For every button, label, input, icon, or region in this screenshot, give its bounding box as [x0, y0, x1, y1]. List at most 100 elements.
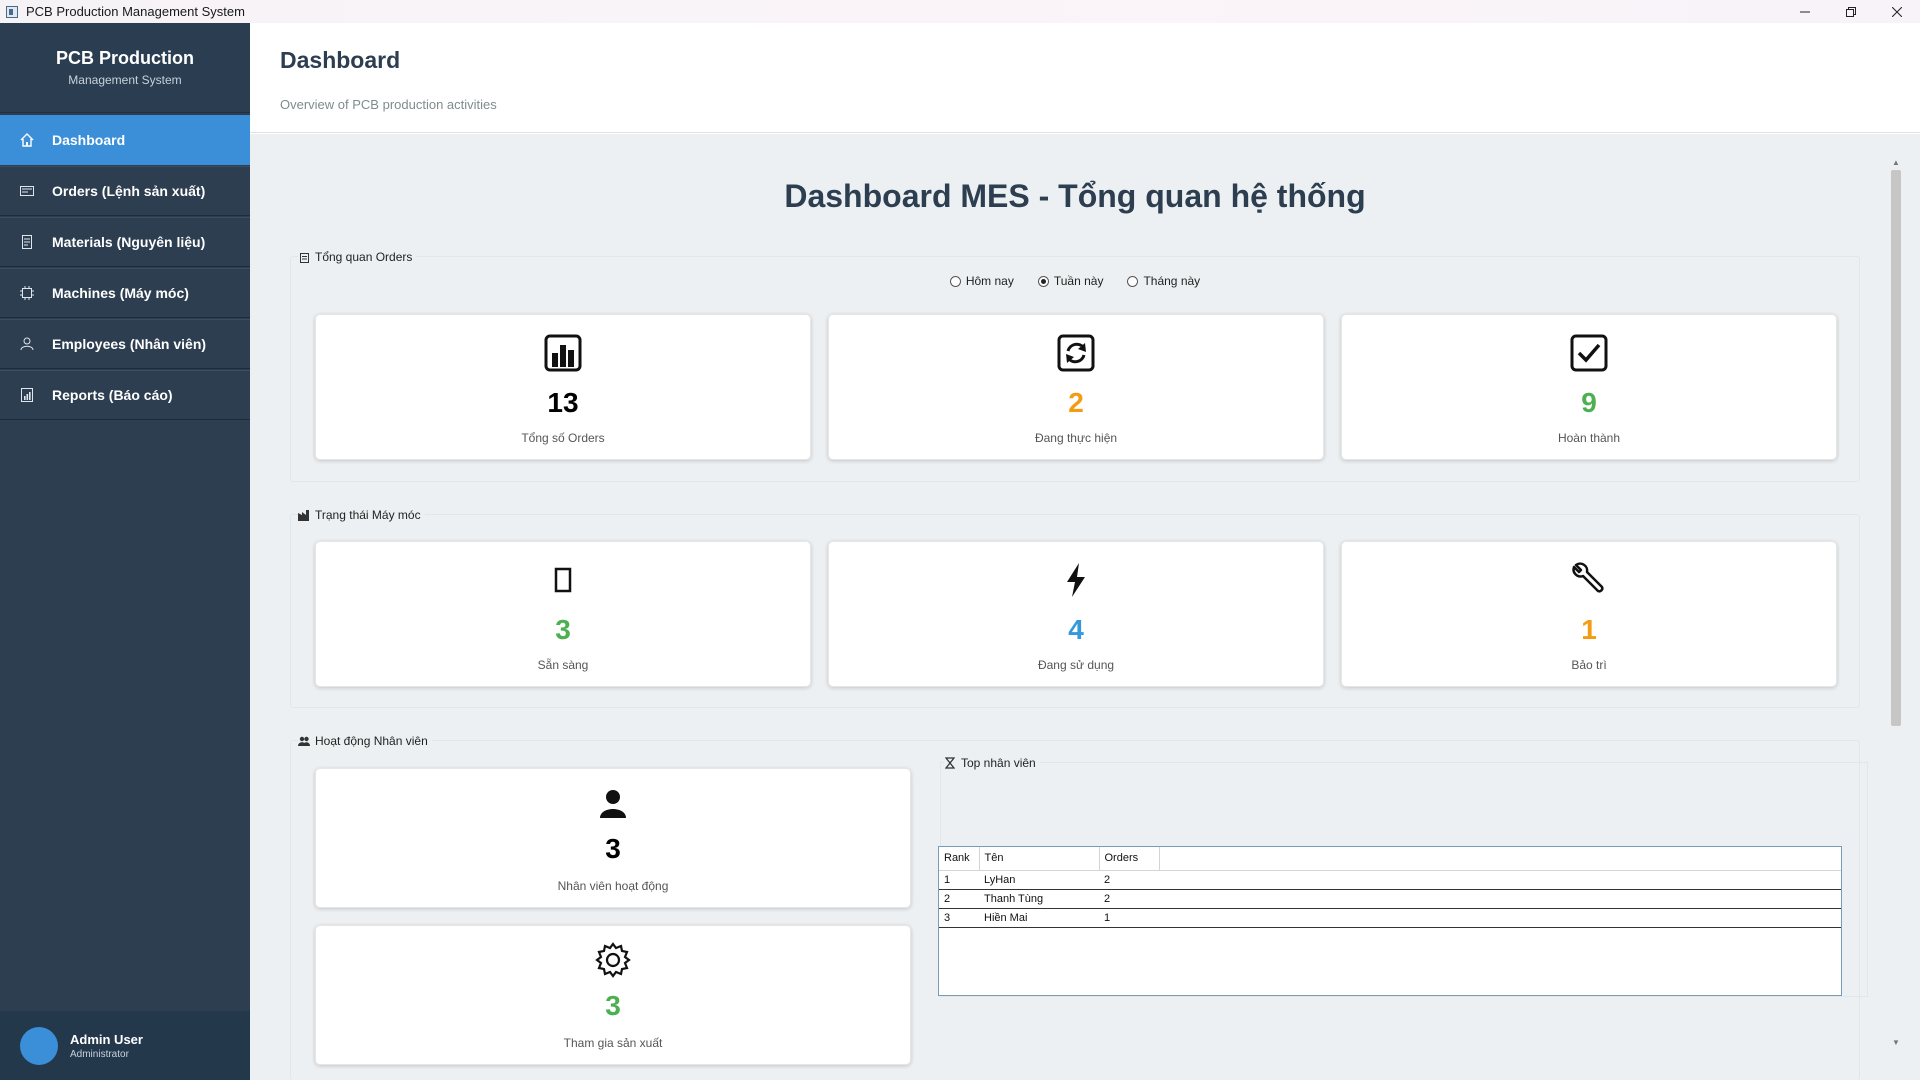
- machines-ready-card: 3 Sẵn sàng: [315, 541, 811, 687]
- in-progress-card: 2 Đang thực hiện: [828, 314, 1324, 460]
- factory-icon: [298, 509, 310, 521]
- radio-this-month[interactable]: Tháng này: [1127, 274, 1200, 288]
- in-progress-value: 2: [1068, 387, 1084, 418]
- sidebar-item-orders[interactable]: Orders (Lệnh sản xuất): [0, 166, 250, 216]
- machines-group-label: Trạng thái Máy móc: [298, 508, 425, 522]
- gear-icon: [593, 940, 633, 980]
- column-header-orders[interactable]: Orders: [1099, 847, 1160, 871]
- sidebar-item-label: Dashboard: [52, 132, 126, 148]
- wrench-icon: [1569, 560, 1609, 600]
- completed-label: Hoàn thành: [1557, 431, 1621, 445]
- sidebar-item-label: Reports (Báo cáo): [52, 387, 173, 403]
- vertical-scrollbar[interactable]: ▲ ▼: [1890, 158, 1902, 1048]
- active-employees-value: 3: [605, 833, 621, 864]
- machines-in-use-label: Đang sử dụng: [1037, 658, 1115, 672]
- machines-maintenance-label: Bảo trì: [1571, 658, 1607, 672]
- cell-rank: 1: [939, 869, 979, 890]
- sidebar-item-label: Materials (Nguyên liệu): [52, 234, 206, 250]
- scroll-down-icon[interactable]: ▼: [1890, 1038, 1902, 1048]
- orders-group-label: Tổng quan Orders: [298, 250, 417, 264]
- sidebar-item-reports[interactable]: Reports (Báo cáo): [0, 370, 250, 420]
- cell-filler: [1159, 888, 1841, 909]
- top-employees-table[interactable]: Rank Tên Orders 1 LyHan 2 2 Thanh Tùng 2: [938, 846, 1842, 996]
- active-employees-card: 3 Nhân viên hoạt động: [315, 768, 911, 908]
- avatar: [20, 1026, 58, 1065]
- completed-value: 9: [1581, 387, 1597, 418]
- window-title: PCB Production Management System: [26, 4, 245, 19]
- production-participants-value: 3: [605, 990, 621, 1021]
- orders-icon: [20, 184, 34, 198]
- user-panel[interactable]: Admin User Administrator: [0, 1011, 250, 1080]
- refresh-icon: [1056, 333, 1096, 373]
- machines-in-use-value: 4: [1068, 614, 1084, 645]
- clipboard-icon: [298, 251, 310, 263]
- machines-maintenance-card: 1 Bảo trì: [1341, 541, 1837, 687]
- machines-maintenance-value: 1: [1581, 614, 1597, 645]
- period-filter: Hôm nay Tuần này Tháng này: [250, 274, 1900, 288]
- column-header-name[interactable]: Tên: [979, 847, 1100, 871]
- cell-name: Thanh Tùng: [979, 888, 1099, 909]
- total-orders-label: Tổng số Orders: [521, 431, 605, 445]
- radio-dot: [1127, 275, 1139, 287]
- cell-rank: 2: [939, 888, 979, 909]
- cell-orders: 1: [1099, 907, 1159, 928]
- home-icon: [20, 133, 34, 147]
- machines-ready-label: Sẵn sàng: [537, 658, 589, 672]
- brand-title: PCB Production: [56, 48, 194, 68]
- chip-icon: [20, 286, 34, 300]
- in-progress-label: Đang thực hiện: [1034, 431, 1118, 445]
- scrollbar-thumb[interactable]: [1891, 170, 1901, 726]
- active-employees-label: Nhân viên hoạt động: [557, 879, 669, 893]
- radio-today[interactable]: Hôm nay: [949, 274, 1014, 288]
- content-area[interactable]: Dashboard MES - Tổng quan hệ thống Tổng …: [250, 134, 1920, 1080]
- sidebar: PCB Production Management System Dashboa…: [0, 23, 250, 1080]
- production-participants-card: 3 Tham gia sản xuất: [315, 925, 911, 1065]
- machines-ready-value: 3: [555, 614, 571, 645]
- cell-orders: 2: [1099, 888, 1159, 909]
- report-icon: [20, 388, 34, 402]
- sidebar-item-label: Machines (Máy móc): [52, 285, 189, 301]
- bar-chart-icon: [543, 333, 583, 373]
- device-icon: [543, 560, 583, 600]
- table-row[interactable]: 3 Hiền Mai 1: [939, 907, 1841, 928]
- hourglass-icon: [944, 757, 956, 769]
- sidebar-item-machines[interactable]: Machines (Máy móc): [0, 268, 250, 318]
- minimize-button[interactable]: [1782, 0, 1828, 23]
- employees-group-label: Hoạt động Nhân viên: [298, 734, 432, 748]
- sidebar-item-label: Orders (Lệnh sản xuất): [52, 183, 206, 199]
- completed-card: 9 Hoàn thành: [1341, 314, 1837, 460]
- sidebar-item-label: Employees (Nhân viên): [52, 336, 207, 352]
- materials-icon: [20, 235, 34, 249]
- app-icon: [6, 5, 18, 18]
- sidebar-item-dashboard[interactable]: Dashboard: [0, 115, 250, 165]
- sidebar-nav: Dashboard Orders (Lệnh sản xuất) Materia…: [0, 115, 250, 420]
- brand-subtitle: Management System: [68, 73, 182, 87]
- cell-name: Hiền Mai: [979, 907, 1099, 928]
- window-controls: [1782, 0, 1920, 23]
- page-title: Dashboard: [280, 47, 401, 73]
- radio-this-week[interactable]: Tuần này: [1037, 274, 1103, 288]
- cell-orders: 2: [1099, 869, 1159, 890]
- cell-filler: [1159, 869, 1841, 890]
- close-button[interactable]: [1874, 0, 1920, 23]
- table-row[interactable]: 1 LyHan 2: [939, 869, 1841, 890]
- top-employees-label: Top nhân viên: [944, 756, 1040, 770]
- production-participants-label: Tham gia sản xuất: [563, 1036, 663, 1050]
- table-row[interactable]: 2 Thanh Tùng 2: [939, 888, 1841, 909]
- cell-name: LyHan: [979, 869, 1099, 890]
- sidebar-item-employees[interactable]: Employees (Nhân viên): [0, 319, 250, 369]
- person-icon: [593, 783, 633, 823]
- user-role: Administrator: [70, 1048, 129, 1060]
- scroll-up-icon[interactable]: ▲: [1890, 158, 1902, 168]
- cell-rank: 3: [939, 907, 979, 928]
- machines-in-use-card: 4 Đang sử dụng: [828, 541, 1324, 687]
- dashboard-title: Dashboard MES - Tổng quan hệ thống: [784, 178, 1366, 214]
- radio-dot: [1037, 275, 1049, 287]
- restore-button[interactable]: [1828, 0, 1874, 23]
- total-orders-card: 13 Tổng số Orders: [315, 314, 811, 460]
- user-name: Admin User: [70, 1031, 143, 1047]
- column-header-rank[interactable]: Rank: [939, 847, 980, 871]
- column-header-filler: [1159, 847, 1841, 871]
- sidebar-item-materials[interactable]: Materials (Nguyên liệu): [0, 217, 250, 267]
- close-icon: [1892, 6, 1902, 17]
